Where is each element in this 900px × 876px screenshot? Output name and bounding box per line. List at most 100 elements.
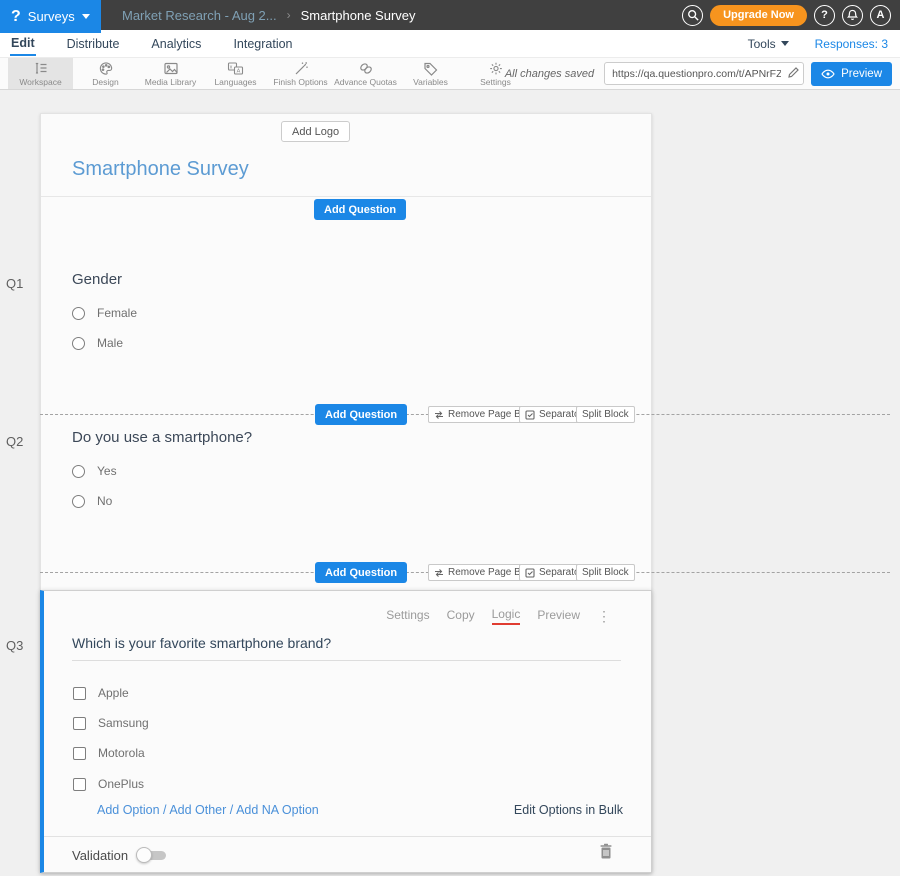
question-number-q2: Q2 (6, 434, 23, 449)
radio-icon[interactable] (72, 307, 85, 320)
q3-option-motorola[interactable]: Motorola (73, 746, 145, 760)
notifications-button[interactable] (842, 5, 863, 26)
q3-logic-action[interactable]: Logic (492, 607, 521, 625)
q3-settings-action[interactable]: Settings (386, 608, 429, 624)
toggle-knob[interactable] (136, 847, 152, 863)
edit-url-button[interactable] (787, 66, 800, 79)
q3-question-card-selected[interactable]: Settings Copy Logic Preview ⋮ Which is y… (40, 590, 652, 873)
toolbar-items: Workspace Design Media Library xA Langua… (8, 58, 528, 89)
chain-links-icon (358, 61, 374, 76)
add-option-link[interactable]: Add Option (97, 803, 160, 817)
add-question-button-3[interactable]: Add Question (315, 562, 407, 583)
radio-icon[interactable] (72, 495, 85, 508)
add-na-option-link[interactable]: Add NA Option (236, 803, 319, 817)
survey-url-input[interactable] (604, 62, 804, 85)
breadcrumb-folder[interactable]: Market Research - Aug 2... (122, 8, 277, 23)
option-label[interactable]: Yes (97, 464, 117, 478)
svg-text:x: x (230, 64, 233, 70)
toolbar-item-languages[interactable]: xA Languages (203, 58, 268, 89)
toolbar-item-workspace[interactable]: Workspace (8, 58, 73, 89)
header-divider (41, 196, 651, 197)
checkbox-icon[interactable] (73, 747, 86, 760)
survey-title[interactable]: Smartphone Survey (72, 158, 249, 181)
toolbar-item-label: Media Library (145, 77, 197, 87)
q3-copy-action[interactable]: Copy (447, 608, 475, 624)
question-number-q1: Q1 (6, 276, 23, 291)
checkbox-icon[interactable] (73, 687, 86, 700)
kebab-menu-icon[interactable]: ⋮ (597, 609, 611, 623)
add-question-button-1[interactable]: Add Question (314, 199, 406, 220)
tools-dropdown[interactable]: Tools (748, 37, 789, 51)
breadcrumb-separator: › (287, 8, 291, 22)
languages-icon: xA (227, 61, 244, 76)
option-label[interactable]: Female (97, 306, 137, 320)
toolbar-item-design[interactable]: Design (73, 58, 138, 89)
option-label[interactable]: Male (97, 336, 123, 350)
q3-question-text[interactable]: Which is your favorite smartphone brand? (72, 635, 331, 651)
save-status-text: All changes saved (505, 68, 594, 80)
breadcrumb-survey-name[interactable]: Smartphone Survey (301, 8, 416, 23)
design-palette-icon (98, 61, 114, 76)
link-separator: / (230, 803, 233, 817)
q1-option-female[interactable]: Female (72, 306, 137, 320)
top-bar: Market Research - Aug 2... › Smartphone … (0, 0, 900, 30)
tab-distribute[interactable]: Distribute (66, 32, 121, 55)
option-label[interactable]: OnePlus (98, 777, 144, 791)
preview-button[interactable]: Preview (811, 62, 892, 86)
q3-option-apple[interactable]: Apple (73, 686, 129, 700)
gear-icon (488, 61, 504, 76)
toolbar-item-variables[interactable]: Variables (398, 58, 463, 89)
q1-option-male[interactable]: Male (72, 336, 123, 350)
validation-row: Validation (72, 847, 166, 863)
validation-toggle-off[interactable] (136, 847, 166, 863)
account-avatar[interactable]: A (870, 5, 891, 26)
tab-analytics[interactable]: Analytics (150, 32, 202, 55)
section-nav: Edit Distribute Analytics Integration To… (0, 30, 900, 57)
toolbar-item-advance-quotas[interactable]: Advance Quotas (333, 58, 398, 89)
tab-integration[interactable]: Integration (232, 32, 293, 55)
option-label[interactable]: Apple (98, 686, 129, 700)
option-label[interactable]: No (97, 494, 112, 508)
option-label[interactable]: Samsung (98, 716, 149, 730)
search-button[interactable] (682, 5, 703, 26)
q2-question-text[interactable]: Do you use a smartphone? (72, 429, 252, 446)
add-other-link[interactable]: Add Other (169, 803, 226, 817)
question-number-q3: Q3 (6, 638, 23, 653)
split-block-button[interactable]: Split Block (576, 406, 635, 423)
split-block-button[interactable]: Split Block (576, 564, 635, 581)
add-logo-button[interactable]: Add Logo (281, 121, 350, 142)
split-block-label: Split Block (582, 409, 629, 420)
magic-wand-icon (293, 61, 309, 76)
toolbar-item-media-library[interactable]: Media Library (138, 58, 203, 89)
responses-link[interactable]: Responses: 3 (815, 37, 888, 51)
q2-option-no[interactable]: No (72, 494, 112, 508)
delete-question-button[interactable] (599, 843, 613, 859)
tab-edit[interactable]: Edit (10, 31, 36, 56)
checkbox-icon[interactable] (73, 778, 86, 791)
toolbar-item-label: Variables (413, 77, 448, 87)
tag-icon (423, 61, 439, 76)
help-icon: ? (821, 9, 828, 21)
help-button[interactable]: ? (814, 5, 835, 26)
checkbox-icon[interactable] (73, 717, 86, 730)
editor-toolbar: Workspace Design Media Library xA Langua… (0, 57, 900, 90)
tools-label: Tools (748, 37, 776, 51)
q3-option-oneplus[interactable]: OnePlus (73, 777, 144, 791)
toolbar-right: All changes saved Preview (505, 58, 892, 89)
bell-icon (847, 9, 858, 21)
q2-option-yes[interactable]: Yes (72, 464, 117, 478)
q1-question-text[interactable]: Gender (72, 271, 122, 288)
product-switcher[interactable]: ? Surveys (0, 0, 101, 33)
q3-option-samsung[interactable]: Samsung (73, 716, 149, 730)
option-label[interactable]: Motorola (98, 746, 145, 760)
upgrade-now-button[interactable]: Upgrade Now (710, 5, 807, 26)
validation-label: Validation (72, 848, 128, 863)
q3-preview-action[interactable]: Preview (537, 608, 580, 624)
radio-icon[interactable] (72, 465, 85, 478)
edit-options-in-bulk-link[interactable]: Edit Options in Bulk (514, 803, 623, 817)
radio-icon[interactable] (72, 337, 85, 350)
add-question-button-2[interactable]: Add Question (315, 404, 407, 425)
q3-question-underline (72, 660, 621, 661)
toolbar-item-finish-options[interactable]: Finish Options (268, 58, 333, 89)
breadcrumb: Market Research - Aug 2... › Smartphone … (122, 0, 416, 30)
